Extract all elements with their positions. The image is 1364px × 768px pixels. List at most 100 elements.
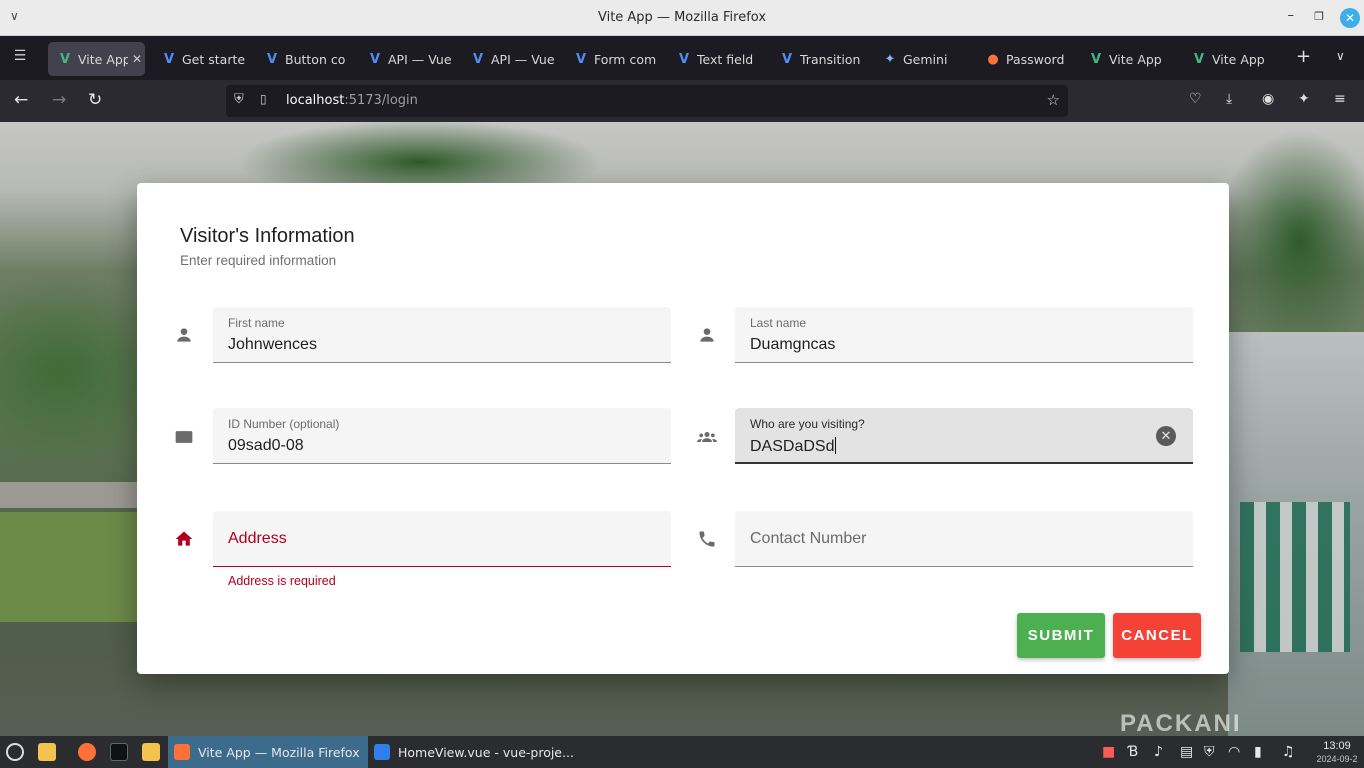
vite-icon: V — [1193, 51, 1205, 67]
security-icon[interactable]: ⛨ — [1204, 744, 1215, 760]
forward-button[interactable]: → — [52, 90, 66, 110]
tab-label: Button co — [285, 51, 346, 67]
pocket-icon[interactable]: ♡ — [1189, 91, 1202, 107]
tab-api-vue-2[interactable]: V API — Vue — [461, 42, 557, 76]
tab-gemini[interactable]: ✦ Gemini — [873, 42, 969, 76]
tab-label: Form com — [594, 51, 657, 67]
task-vscode[interactable]: HomeView.vue - vue-proje... — [368, 736, 578, 768]
url-path: :5173/login — [344, 93, 418, 108]
vuetify-icon: V — [575, 51, 587, 67]
notifications-icon[interactable]: ♪ — [1154, 744, 1163, 760]
folder-launcher-icon[interactable] — [142, 743, 160, 761]
vuetify-icon: V — [781, 51, 793, 67]
tab-label: Vite App — [78, 51, 128, 67]
tracking-shield-icon[interactable]: ⛨ — [234, 92, 244, 107]
url-bar[interactable]: ⛨ ▯ localhost:5173/login ☆ — [226, 85, 1068, 117]
firefox-launcher-icon[interactable] — [78, 743, 96, 761]
contact-number-placeholder[interactable]: Contact Number — [750, 530, 867, 548]
last-name-value[interactable]: Duamgncas — [750, 336, 835, 354]
id-number-label: ID Number (optional) — [228, 417, 340, 431]
background-building-windows — [1240, 502, 1350, 652]
downloads-icon[interactable]: ⤓ — [1226, 91, 1232, 107]
visiting-value-text: DASDaDSd — [750, 438, 835, 455]
tab-label: Vite App — [1109, 51, 1162, 67]
task-label: HomeView.vue - vue-proje... — [398, 744, 574, 760]
gemini-icon: ✦ — [884, 51, 896, 67]
screen-record-icon[interactable]: ■ — [1102, 744, 1115, 760]
list-all-tabs-chevron-icon[interactable]: ∨ — [1336, 49, 1345, 63]
vscode-icon — [374, 744, 390, 760]
clipboard-icon[interactable]: ▤ — [1180, 744, 1193, 760]
visiting-field[interactable]: Who are you visiting? DASDaDSd ✕ — [735, 408, 1193, 464]
id-number-field[interactable]: ID Number (optional) 09sad0-08 — [213, 408, 671, 464]
app-menu-icon[interactable] — [6, 743, 24, 761]
window-title: Vite App — Mozilla Firefox — [597, 10, 767, 25]
files-launcher-icon[interactable] — [38, 743, 56, 761]
bookmark-star-icon[interactable]: ☆ — [1047, 91, 1060, 109]
address-field[interactable]: Address — [213, 511, 671, 567]
tab-get-started[interactable]: V Get starte — [152, 42, 248, 76]
close-window-button[interactable]: ✕ — [1340, 8, 1360, 28]
clear-input-icon[interactable]: ✕ — [1156, 426, 1176, 446]
contact-number-field[interactable]: Contact Number — [735, 511, 1193, 567]
reload-button[interactable]: ↻ — [88, 90, 102, 110]
maximize-button[interactable]: ❐ — [1314, 10, 1324, 23]
tab-label: Text field — [697, 51, 754, 67]
tab-label: Password — [1006, 51, 1065, 67]
account-icon[interactable]: ◉ — [1262, 91, 1274, 107]
close-tab-icon[interactable]: ✕ — [132, 52, 142, 66]
task-firefox[interactable]: Vite App — Mozilla Firefox — [168, 736, 368, 768]
vite-icon: V — [1090, 51, 1102, 67]
vuetify-icon: V — [472, 51, 484, 67]
tab-label: API — Vue — [491, 51, 555, 67]
wifi-icon[interactable]: ◠ — [1228, 744, 1240, 760]
url-host: localhost — [286, 93, 345, 108]
volume-icon[interactable]: ♫ — [1282, 744, 1295, 760]
vite-icon: V — [59, 51, 71, 67]
extensions-icon[interactable]: ✦ — [1298, 91, 1310, 107]
tab-label: API — Vue — [388, 51, 452, 67]
last-name-label: Last name — [750, 316, 807, 330]
last-name-field[interactable]: Last name Duamgncas — [735, 307, 1193, 363]
firefox-view-icon[interactable]: ☰ — [10, 48, 30, 68]
tab-password[interactable]: ● Password — [976, 42, 1072, 76]
id-number-value[interactable]: 09sad0-08 — [228, 437, 304, 455]
clock-time: 13:09 — [1323, 740, 1351, 752]
background-road — [0, 482, 140, 508]
tab-transition[interactable]: V Transition — [770, 42, 866, 76]
address-placeholder[interactable]: Address — [228, 530, 287, 548]
new-tab-button[interactable]: + — [1296, 48, 1311, 66]
battery-icon[interactable]: ▮ — [1254, 744, 1262, 760]
tab-label: Vite App — [1212, 51, 1265, 67]
tab-api-vue-1[interactable]: V API — Vue — [358, 42, 454, 76]
page-info-icon[interactable]: ▯ — [260, 92, 267, 106]
first-name-field[interactable]: First name Johnwences — [213, 307, 671, 363]
tab-label: Transition — [800, 51, 861, 67]
person-icon — [695, 323, 719, 347]
tab-form-component[interactable]: V Form com — [564, 42, 660, 76]
first-name-value[interactable]: Johnwences — [228, 336, 317, 354]
submit-button[interactable]: SUBMIT — [1017, 613, 1105, 658]
firefox-icon — [174, 744, 190, 760]
tab-strip: ☰ V Vite App ✕ V Get starte V Button co … — [0, 36, 1364, 80]
tab-text-field[interactable]: V Text field — [667, 42, 763, 76]
minimize-button[interactable]: – — [1288, 8, 1295, 23]
vuetify-icon: V — [678, 51, 690, 67]
visiting-value[interactable]: DASDaDSd — [750, 437, 837, 456]
tab-vite-app-3[interactable]: V Vite App — [1182, 42, 1278, 76]
terminal-launcher-icon[interactable] — [110, 743, 128, 761]
url-text[interactable]: localhost:5173/login — [286, 93, 418, 108]
menu-icon[interactable]: ≡ — [1334, 91, 1346, 107]
vuetify-icon: V — [369, 51, 381, 67]
first-name-label: First name — [228, 316, 285, 330]
dialog-title: Visitor's Information — [180, 225, 355, 247]
tab-vite-app[interactable]: V Vite App ✕ — [48, 42, 145, 76]
clock[interactable]: 13:09 2024-09-2 — [1312, 740, 1362, 765]
bluetooth-icon[interactable]: Ɓ — [1128, 744, 1138, 760]
tab-vite-app-2[interactable]: V Vite App — [1079, 42, 1175, 76]
visiting-label: Who are you visiting? — [750, 417, 865, 431]
back-button[interactable]: ← — [14, 90, 28, 110]
background-watermark: PACKANI — [1120, 710, 1242, 736]
cancel-button[interactable]: CANCEL — [1113, 613, 1201, 658]
tab-button-component[interactable]: V Button co — [255, 42, 351, 76]
